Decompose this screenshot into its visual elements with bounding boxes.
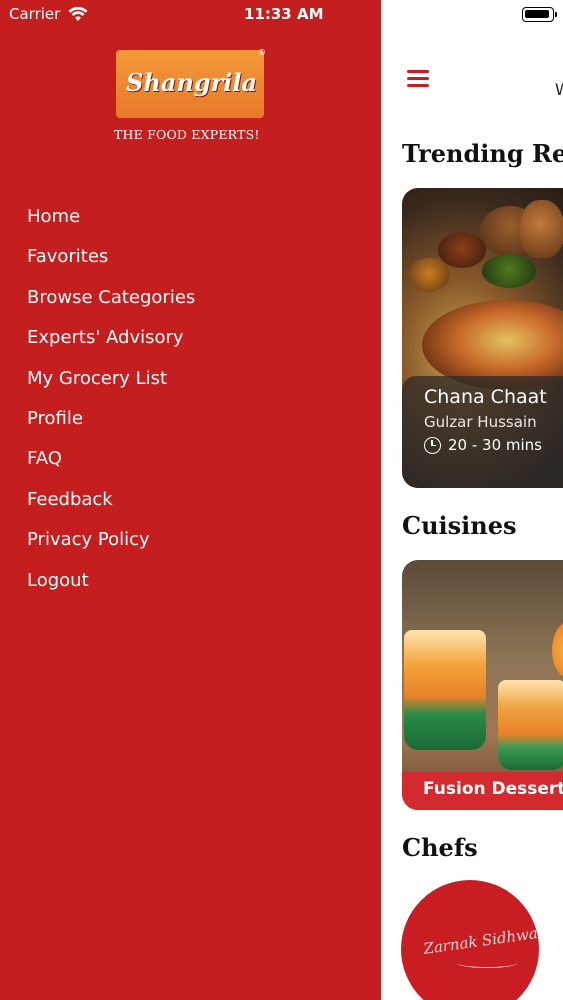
status-time: 11:33 AM bbox=[244, 5, 324, 23]
trending-recipe-card[interactable]: Chana Chaat Gulzar Hussain 20 - 30 mins bbox=[402, 188, 563, 488]
cuisine-card[interactable]: Fusion Dessert bbox=[402, 560, 563, 810]
logo-tagline: THE FOOD EXPERTS! bbox=[114, 127, 260, 142]
logo-brand: Shangrila bbox=[126, 68, 257, 97]
header-title: W bbox=[555, 80, 563, 99]
dessert-image bbox=[404, 630, 486, 750]
menu-item-feedback[interactable]: Feedback bbox=[27, 489, 195, 529]
menu-item-experts-advisory[interactable]: Experts' Advisory bbox=[27, 327, 195, 367]
menu-item-logout[interactable]: Logout bbox=[27, 570, 195, 610]
recipe-info: Chana Chaat Gulzar Hussain 20 - 30 mins bbox=[402, 376, 563, 488]
recipe-author: Gulzar Hussain bbox=[424, 413, 537, 431]
cuisine-label: Fusion Dessert bbox=[402, 772, 563, 810]
clock-icon bbox=[424, 436, 441, 454]
cuisines-title: Cuisines bbox=[402, 511, 517, 540]
navigation-drawer: Carrier 11:33 AM Shangrila ® THE FOOD EX… bbox=[0, 0, 381, 1000]
logo-registered: ® bbox=[258, 48, 266, 57]
recipe-name: Chana Chaat bbox=[424, 386, 547, 408]
menu-item-profile[interactable]: Profile bbox=[27, 408, 195, 448]
menu-item-grocery-list[interactable]: My Grocery List bbox=[27, 368, 195, 408]
menu-item-browse-categories[interactable]: Browse Categories bbox=[27, 287, 195, 327]
menu-item-faq[interactable]: FAQ bbox=[27, 448, 195, 488]
menu-item-home[interactable]: Home bbox=[27, 206, 195, 246]
trending-recipes-title: Trending Reci bbox=[402, 139, 563, 168]
recipe-time-text: 20 - 30 mins bbox=[448, 436, 542, 454]
shangrila-logo: Shangrila ® THE FOOD EXPERTS! bbox=[112, 48, 270, 148]
chef-avatar[interactable]: Zarnak Sidhwa bbox=[401, 880, 539, 1000]
menu-item-privacy-policy[interactable]: Privacy Policy bbox=[27, 529, 195, 569]
carrier-label: Carrier bbox=[9, 5, 61, 23]
battery-icon bbox=[522, 7, 557, 22]
chef-signature: Zarnak Sidhwa bbox=[422, 924, 539, 958]
recipe-time: 20 - 30 mins bbox=[424, 436, 563, 454]
menu-item-favorites[interactable]: Favorites bbox=[27, 246, 195, 286]
chefs-title: Chefs bbox=[402, 833, 478, 862]
menu-icon[interactable] bbox=[407, 70, 429, 88]
drawer-menu: Home Favorites Browse Categories Experts… bbox=[27, 206, 195, 610]
wifi-icon bbox=[68, 6, 88, 21]
main-content: W Trending Reci Chana Chaat Gulzar Hussa… bbox=[381, 0, 563, 1000]
